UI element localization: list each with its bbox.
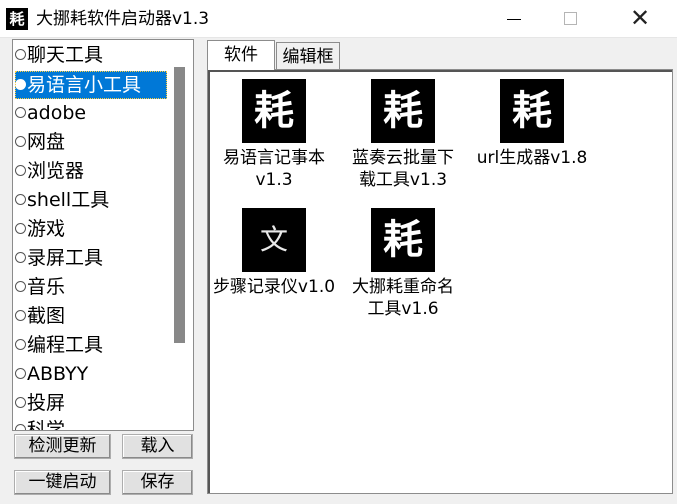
app-label: 步骤记录仪v1.0: [210, 276, 338, 298]
app-tile-step-recorder[interactable]: 文 步骤记录仪v1.0: [210, 208, 338, 298]
category-item-eyuyan[interactable]: 易语言小工具: [15, 71, 167, 99]
app-label-line1: 步骤记录仪v1.0: [212, 277, 336, 297]
app-icon: 耗: [371, 208, 435, 272]
category-item-screen-record[interactable]: 录屏工具: [15, 244, 169, 272]
window-title: 大挪耗软件启动器v1.3: [36, 9, 210, 29]
category-item-games[interactable]: 游戏: [15, 215, 169, 243]
software-panel: 耗 易语言记事本 v1.3 耗 蓝奏云批量下 载工具v1.3 耗 url生成器v1.…: [207, 69, 673, 494]
category-label: 易语言小工具: [27, 74, 142, 96]
category-item-science[interactable]: 科学: [15, 416, 169, 431]
category-label: adobe: [27, 102, 87, 124]
app-tile-eyuyan-notepad[interactable]: 耗 易语言记事本 v1.3: [210, 79, 338, 191]
category-label: 网盘: [27, 131, 66, 153]
app-tile-lanzou-downloader[interactable]: 耗 蓝奏云批量下 载工具v1.3: [339, 79, 467, 191]
category-label: 浏览器: [27, 160, 85, 182]
software-grid: 耗 易语言记事本 v1.3 耗 蓝奏云批量下 载工具v1.3 耗 url生成器v1.…: [208, 70, 672, 493]
app-label: url生成器v1.8: [468, 147, 596, 169]
radio-icon: [15, 252, 26, 263]
radio-icon: [15, 310, 26, 321]
tab-software[interactable]: 软件: [207, 40, 275, 70]
radio-icon: [15, 397, 26, 408]
category-label: 科学: [27, 419, 66, 431]
app-label: 蓝奏云批量下 载工具v1.3: [339, 147, 467, 191]
radio-icon: [15, 136, 26, 147]
category-label: 聊天工具: [27, 44, 104, 66]
app-label-line2: 工具v1.6: [367, 299, 439, 319]
category-label: 音乐: [27, 276, 66, 298]
category-label: ABBYY: [27, 363, 89, 385]
category-item-programming[interactable]: 编程工具: [15, 331, 169, 359]
category-item-cast[interactable]: 投屏: [15, 389, 169, 417]
category-label: 录屏工具: [27, 247, 104, 269]
app-label-line2: v1.3: [255, 170, 293, 190]
radio-icon: [15, 339, 26, 350]
app-label-line1: url生成器v1.8: [476, 148, 588, 168]
close-icon: ✕: [629, 4, 651, 32]
app-label: 大挪耗重命名 工具v1.6: [339, 276, 467, 320]
minimize-button[interactable]: [486, 0, 542, 38]
category-label: 游戏: [27, 218, 66, 240]
list-scrollbar-thumb[interactable]: [174, 67, 185, 343]
app-icon: 耗: [242, 79, 306, 143]
title-bar: 耗 大挪耗软件启动器v1.3 ✕: [0, 0, 677, 38]
radio-icon: [15, 107, 26, 118]
radio-icon: [15, 223, 26, 234]
category-list[interactable]: 聊天工具 易语言小工具 adobe 网盘 浏览器 shell工具 游戏 录屏工具…: [12, 39, 194, 431]
category-item-chat[interactable]: 聊天工具: [15, 41, 169, 69]
tab-editor[interactable]: 编辑框: [276, 42, 340, 70]
app-tile-url-generator[interactable]: 耗 url生成器v1.8: [468, 79, 596, 169]
category-label: 编程工具: [27, 334, 104, 356]
close-button[interactable]: ✕: [612, 0, 668, 38]
radio-icon: [15, 165, 26, 176]
minimize-icon: [507, 19, 521, 20]
app-logo-icon: 耗: [6, 8, 28, 30]
app-label-line1: 蓝奏云批量下: [352, 148, 454, 168]
app-icon: 耗: [500, 79, 564, 143]
app-tile-rename-tool[interactable]: 耗 大挪耗重命名 工具v1.6: [339, 208, 467, 320]
radio-icon: [15, 281, 26, 292]
category-item-screenshot[interactable]: 截图: [15, 302, 169, 330]
radio-icon: [15, 194, 26, 205]
category-label: 投屏: [27, 392, 66, 414]
maximize-icon: [564, 12, 577, 25]
radio-icon: [15, 49, 26, 60]
one-click-start-button[interactable]: 一键启动: [14, 470, 111, 495]
app-label-line2: 载工具v1.3: [358, 170, 448, 190]
category-label: 截图: [27, 305, 66, 327]
check-update-button[interactable]: 检测更新: [14, 434, 111, 459]
app-label-line1: 易语言记事本: [223, 148, 325, 168]
load-button[interactable]: 载入: [122, 434, 193, 459]
maximize-button[interactable]: [542, 0, 598, 38]
category-item-adobe[interactable]: adobe: [15, 99, 169, 127]
category-item-abbyy[interactable]: ABBYY: [15, 360, 169, 388]
radio-icon: [15, 424, 26, 430]
radio-icon: [15, 368, 26, 379]
app-icon: 文: [242, 208, 306, 272]
category-item-shell[interactable]: shell工具: [15, 186, 169, 214]
app-icon: 耗: [371, 79, 435, 143]
category-label: shell工具: [27, 189, 110, 211]
category-item-music[interactable]: 音乐: [15, 273, 169, 301]
app-label-line1: 大挪耗重命名: [352, 277, 454, 297]
app-label: 易语言记事本 v1.3: [210, 147, 338, 191]
radio-icon: [15, 79, 26, 90]
category-item-netdisk[interactable]: 网盘: [15, 128, 169, 156]
save-button[interactable]: 保存: [122, 470, 193, 495]
category-item-browser[interactable]: 浏览器: [15, 157, 169, 185]
